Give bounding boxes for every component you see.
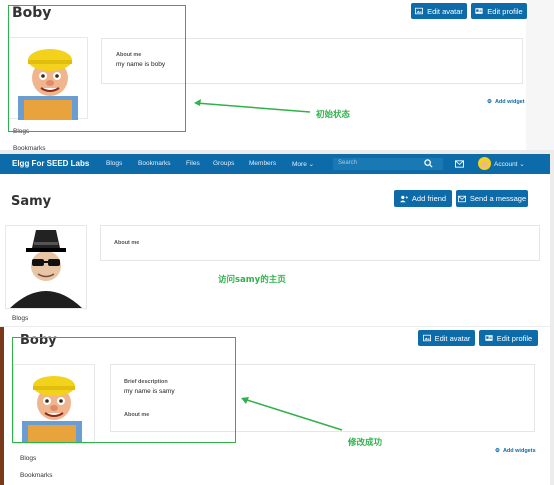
site-brand[interactable]: Elgg For SEED Labs (12, 159, 89, 168)
account-avatar-icon[interactable] (478, 157, 491, 170)
id-card-icon (475, 8, 483, 14)
arrow-annotation (194, 99, 311, 113)
envelope-icon (457, 195, 466, 202)
annotation-text: 修改成功 (348, 438, 383, 448)
send-message-button[interactable]: Send a message (456, 190, 528, 207)
image-icon (415, 7, 424, 15)
bottom-left-strip (0, 327, 4, 485)
sidebar-link-blogs[interactable]: Blogs (12, 315, 28, 322)
profile-username: Samy (11, 194, 52, 209)
about-label: About me (114, 240, 140, 246)
gear-icon: ⚙ (487, 99, 492, 105)
nav-item-bookmarks[interactable]: Bookmarks (138, 160, 171, 167)
arrow-annotation (241, 397, 343, 431)
search-icon[interactable] (424, 159, 433, 168)
sidebar-link-bookmarks[interactable]: Bookmarks (20, 472, 53, 479)
add-widgets-link[interactable]: ⚙ Add widgets (495, 448, 536, 454)
sidebar-link-blogs[interactable]: Blogs (20, 455, 36, 462)
nav-item-files[interactable]: Files (186, 160, 200, 167)
highlight-box (12, 337, 236, 443)
add-widgets-link[interactable]: ⚙ Add widget (487, 99, 525, 105)
about-card (100, 225, 540, 261)
sidebar-link-bookmarks[interactable]: Bookmarks (13, 145, 46, 152)
avatar (10, 230, 82, 308)
edit-profile-button[interactable]: Edit profile (479, 330, 538, 346)
user-plus-icon (399, 195, 408, 202)
top-navbar: Elgg For SEED Labs Blogs Bookmarks Files… (0, 154, 550, 174)
messages-icon[interactable] (455, 160, 464, 168)
highlight-box (8, 5, 186, 132)
top-panel-shadow (526, 0, 554, 150)
edit-avatar-button[interactable]: Edit avatar (411, 3, 467, 19)
nav-item-more[interactable]: More ⌄ (292, 160, 314, 168)
nav-item-members[interactable]: Members (249, 160, 276, 167)
gear-icon: ⚙ (495, 448, 500, 454)
edit-profile-button[interactable]: Edit profile (471, 3, 527, 19)
id-card-icon (485, 335, 493, 341)
annotation-text: 访问samy的主页 (218, 275, 286, 285)
add-friend-button[interactable]: Add friend (394, 190, 452, 207)
nav-item-blogs[interactable]: Blogs (106, 160, 122, 167)
composite-screenshot: Boby Edit avatar Edit profile Blogs Book… (0, 0, 554, 485)
account-menu[interactable]: Account ⌄ (494, 160, 525, 168)
edit-avatar-button[interactable]: Edit avatar (418, 330, 475, 346)
annotation-text: 初始状态 (316, 110, 351, 120)
nav-item-groups[interactable]: Groups (213, 160, 234, 167)
image-icon (422, 334, 431, 342)
